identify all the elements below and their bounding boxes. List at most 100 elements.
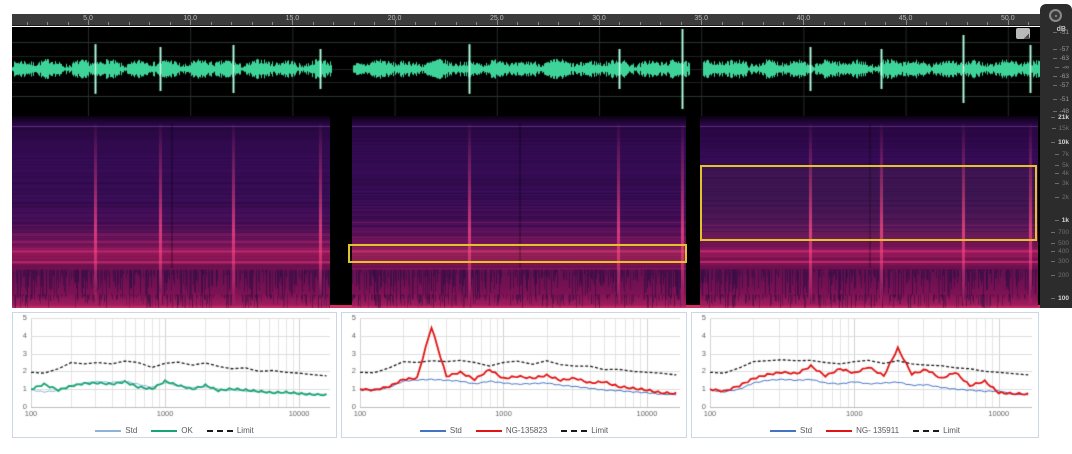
freq-tick-label: 1k — [1062, 218, 1069, 224]
ruler-tick — [272, 22, 273, 25]
ruler-tick — [68, 22, 69, 25]
ruler-tick — [885, 22, 886, 25]
ruler-tick — [763, 22, 764, 25]
legend-label: NG-135823 — [506, 426, 547, 435]
ruler-tick — [865, 22, 866, 25]
ruler-tick — [844, 22, 845, 25]
legend-label: Std — [450, 426, 462, 435]
resize-handle-icon[interactable] — [1016, 28, 1030, 39]
ruler-tick — [395, 20, 396, 25]
ruler-tick — [47, 22, 48, 25]
ruler-tick — [190, 20, 191, 25]
ruler-tick — [149, 22, 150, 25]
db-tick-label: -63 — [1060, 56, 1069, 62]
ruler-tick — [824, 22, 825, 25]
freq-tick-label: 200 — [1058, 273, 1069, 279]
chart-legend: Std OK Limit — [13, 426, 336, 435]
ruler-tick — [579, 22, 580, 25]
freq-tick-label: 3k — [1062, 181, 1069, 187]
ruler-tick — [211, 22, 212, 25]
chart-legend: Std NG-135823 Limit — [342, 426, 686, 435]
legend-item: Limit — [561, 426, 608, 435]
ruler-tick — [906, 20, 907, 25]
spectrogram-panel-2[interactable] — [352, 116, 686, 308]
legend-label: Limit — [943, 426, 960, 435]
analysis-chart-2: Std NG-135823 Limit — [341, 312, 687, 438]
ruler-tick — [170, 22, 171, 25]
ruler-tick — [946, 22, 947, 25]
legend-item: NG- 135911 — [826, 426, 899, 435]
legend-line-sample — [826, 430, 852, 432]
ruler-tick — [88, 20, 89, 25]
legend-item: Limit — [207, 426, 254, 435]
ruler-tick — [987, 22, 988, 25]
ruler-tick — [619, 22, 620, 25]
ruler-tick — [558, 22, 559, 25]
db-tick-label: -51 — [1060, 97, 1069, 103]
ruler-tick — [1028, 22, 1029, 25]
legend-item: OK — [151, 426, 193, 435]
freq-tick-label: 500 — [1058, 241, 1069, 247]
freq-tick-label: 21k — [1058, 115, 1069, 121]
legend-label: OK — [181, 426, 193, 435]
legend-label: NG- 135911 — [856, 426, 899, 435]
freq-tick-label: 100 — [1058, 296, 1069, 302]
freq-tick-label: 2k — [1062, 195, 1069, 201]
legend-item: Std — [420, 426, 462, 435]
ruler-tick — [231, 22, 232, 25]
chart-legend: Std NG- 135911 Limit — [692, 426, 1038, 435]
ruler-tick — [967, 22, 968, 25]
ruler-tick — [129, 22, 130, 25]
freq-tick-label: 15k — [1059, 126, 1069, 132]
legend-line-sample — [420, 430, 446, 432]
monitor-knob-icon[interactable] — [1049, 9, 1062, 22]
ruler-tick — [742, 22, 743, 25]
ruler-tick — [926, 22, 927, 25]
ruler-tick — [27, 22, 28, 25]
legend-label: Limit — [591, 426, 608, 435]
chart-plot-area — [342, 313, 686, 437]
db-tick-label: -51 — [1060, 30, 1069, 36]
legend-item: Std — [770, 426, 812, 435]
ruler-tick — [803, 20, 804, 25]
ruler-tick — [456, 22, 457, 25]
legend-line-sample — [476, 430, 502, 432]
legend-label: Limit — [237, 426, 254, 435]
freq-tick-label: 300 — [1058, 259, 1069, 265]
chart-plot-area — [13, 313, 336, 437]
db-tick-label: -57 — [1060, 83, 1069, 89]
ruler-tick — [783, 22, 784, 25]
ruler-tick — [701, 20, 702, 25]
analysis-chart-3: Std NG- 135911 Limit — [691, 312, 1039, 438]
scale-gutter: dB -51-57-63-∞-63-57-51-4821k15k10k7k5k4… — [1040, 4, 1072, 308]
legend-line-sample — [561, 430, 587, 432]
ruler-tick — [108, 22, 109, 25]
timeline-ruler[interactable]: 5.010.015.020.025.030.035.040.045.050.0 — [12, 14, 1040, 26]
freq-tick-label: 700 — [1058, 230, 1069, 236]
highlight-region-2 — [700, 165, 1037, 241]
legend-item: NG-135823 — [476, 426, 547, 435]
ruler-tick — [435, 22, 436, 25]
db-tick-label: -∞ — [1062, 65, 1069, 71]
ruler-tick — [517, 22, 518, 25]
ruler-tick — [681, 22, 682, 25]
spectrogram-panel-1[interactable] — [12, 116, 330, 308]
chart-plot-area — [692, 313, 1038, 437]
ruler-tick — [599, 20, 600, 25]
ruler-tick — [497, 20, 498, 25]
audio-analysis-app: 5.010.015.020.025.030.035.040.045.050.0 … — [0, 0, 1072, 454]
legend-item: Std — [95, 426, 137, 435]
legend-line-sample — [151, 430, 177, 432]
ruler-tick — [313, 22, 314, 25]
waveform-display[interactable] — [12, 27, 1040, 116]
db-tick-label: -63 — [1060, 74, 1069, 80]
ruler-tick — [476, 22, 477, 25]
ruler-tick — [660, 22, 661, 25]
legend-line-sample — [770, 430, 796, 432]
ruler-tick — [722, 22, 723, 25]
db-tick-label: -57 — [1060, 47, 1069, 53]
ruler-tick — [252, 22, 253, 25]
legend-item: Limit — [913, 426, 960, 435]
legend-line-sample — [207, 430, 233, 432]
ruler-tick — [538, 22, 539, 25]
